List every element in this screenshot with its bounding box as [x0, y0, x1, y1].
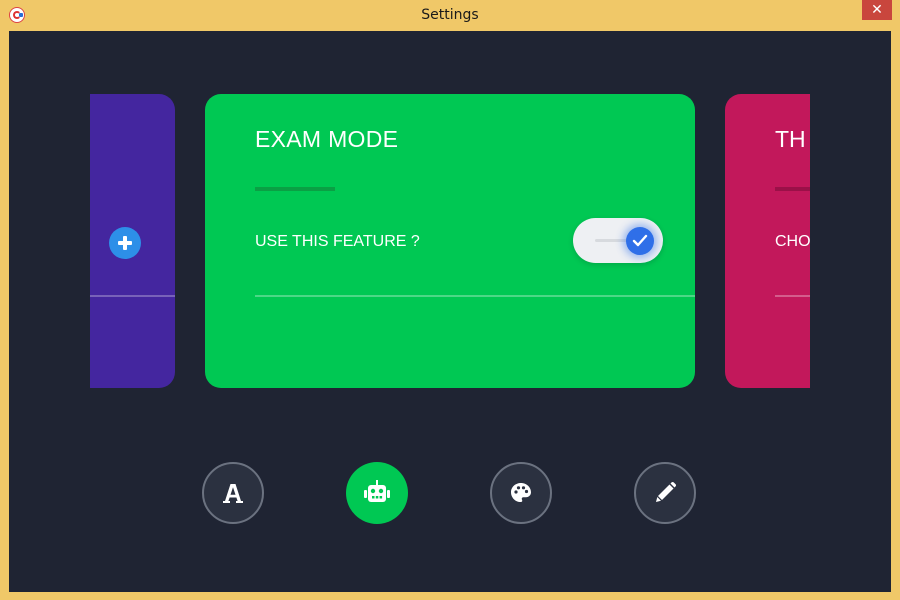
settings-content: EXAM MODE USE THIS FEATURE ? TH CHO	[9, 31, 891, 592]
card-title: TH	[775, 126, 806, 152]
feature-label: USE THIS FEATURE ?	[255, 233, 420, 250]
card-next[interactable]: TH CHO	[725, 94, 810, 388]
font-icon	[223, 484, 243, 503]
robot-icon	[364, 480, 390, 502]
card-previous[interactable]	[90, 94, 175, 388]
settings-window: Settings ✕ EXAM MODE USE THIS FEATURE ?	[0, 0, 900, 600]
toggle-knob[interactable]	[626, 227, 654, 255]
nav-font-button[interactable]	[202, 462, 264, 524]
nav-robot-button[interactable]	[346, 462, 408, 524]
card-exam-mode: EXAM MODE USE THIS FEATURE ?	[205, 94, 695, 388]
plus-icon[interactable]	[109, 227, 141, 259]
nav-palette-button[interactable]	[490, 462, 552, 524]
palette-icon	[511, 483, 531, 502]
checkmark-icon	[632, 234, 648, 247]
card-divider	[775, 295, 810, 297]
card-title: EXAM MODE	[255, 126, 399, 152]
close-button[interactable]: ✕	[862, 0, 892, 20]
toggle-track	[595, 239, 629, 242]
title-accent-bar	[255, 187, 335, 191]
card-divider	[255, 295, 695, 297]
feature-label: CHO	[775, 233, 810, 250]
title-bar[interactable]: Settings ✕	[0, 0, 900, 31]
exam-mode-toggle[interactable]	[573, 218, 663, 263]
card-divider	[90, 295, 175, 297]
nav-pencil-button[interactable]	[634, 462, 696, 524]
title-accent-bar	[775, 187, 810, 191]
pencil-icon	[656, 481, 677, 502]
window-title: Settings	[421, 7, 479, 23]
